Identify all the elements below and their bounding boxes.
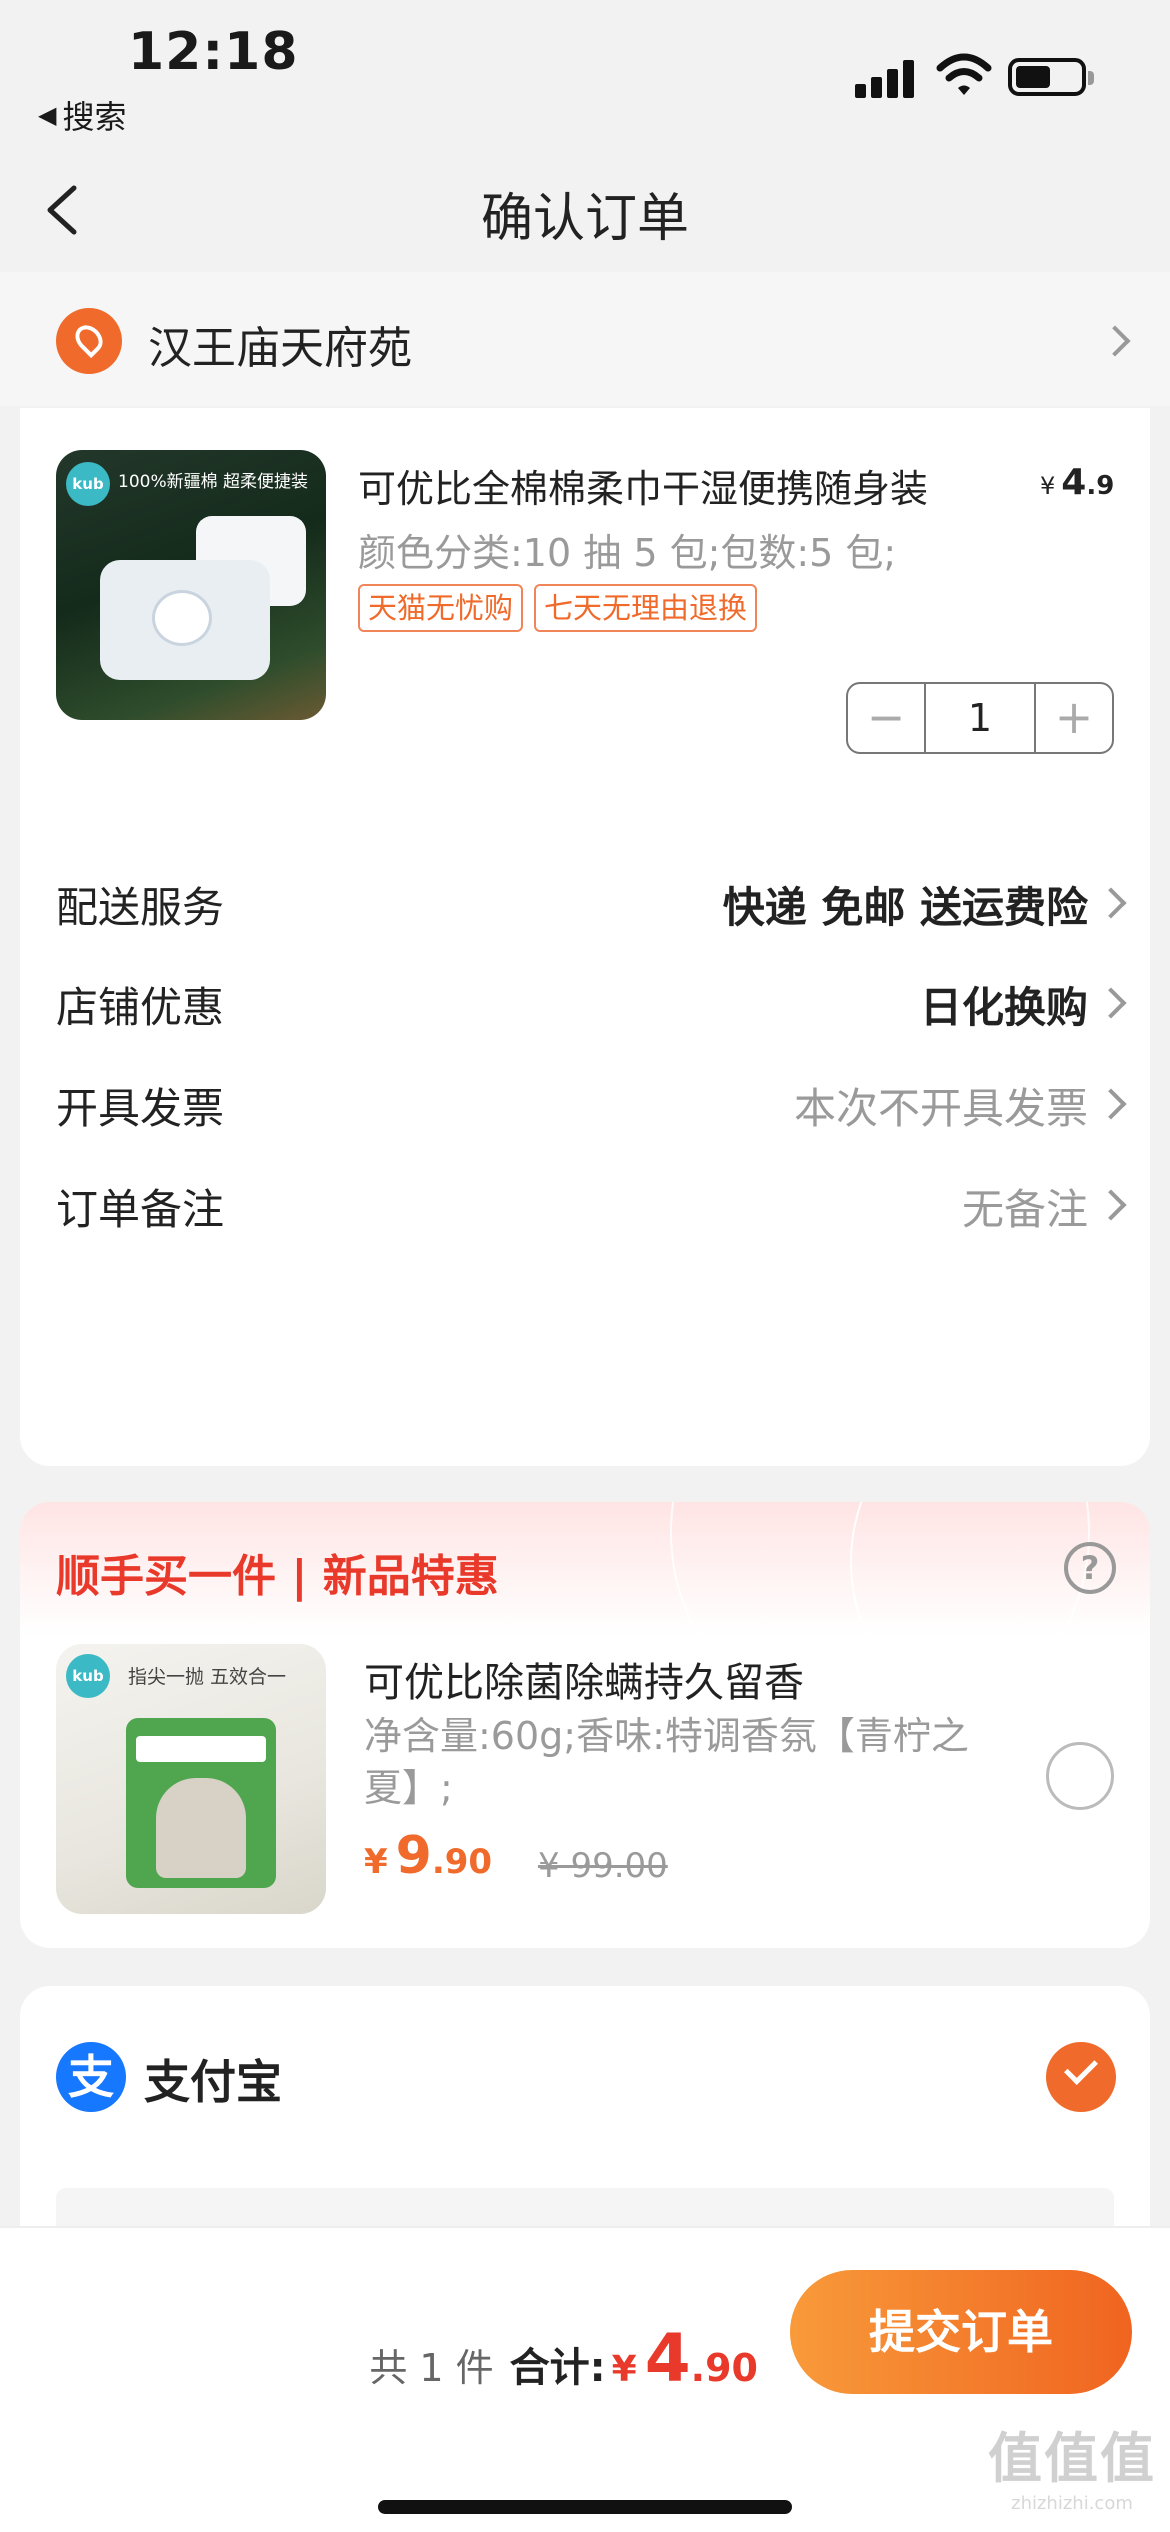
chevron-right-icon: [1095, 1189, 1127, 1221]
package-graphic: [126, 1718, 276, 1888]
upsell-product-image[interactable]: kub 指尖一抛 五效合一: [56, 1644, 326, 1914]
quantity-stepper: − 1 +: [846, 682, 1114, 754]
price-decimal: .90: [431, 1842, 493, 1882]
price-integer: 4: [1061, 462, 1087, 503]
currency-symbol: ¥: [611, 2349, 637, 2390]
store-discount-row[interactable]: 店铺优惠 日化换购: [56, 948, 1130, 1048]
address-row[interactable]: 汉王庙天府苑: [0, 272, 1170, 406]
battery-icon: [1008, 58, 1094, 96]
upsell-card: 顺手买一件 | 新品特惠 ? kub 指尖一抛 五效合一 可优比除菌除螨持久留香…: [20, 1502, 1150, 1948]
row-value: 无备注: [961, 1185, 1088, 1234]
row-label: 店铺优惠: [56, 983, 225, 1032]
upsell-product-title[interactable]: 可优比除菌除螨持久留香: [364, 1650, 804, 1708]
product-image[interactable]: kub 100%新疆棉 超柔便捷装: [56, 450, 326, 720]
payment-method-label[interactable]: 支付宝: [144, 2046, 282, 2112]
upsell-title: 顺手买一件 | 新品特惠: [56, 1551, 499, 1602]
quantity-value[interactable]: 1: [926, 684, 1034, 752]
page-title: 确认订单: [480, 189, 689, 249]
row-label: 开具发票: [56, 1084, 225, 1133]
increase-button[interactable]: +: [1034, 684, 1112, 752]
image-banner-text: 指尖一抛 五效合一: [128, 1666, 287, 1688]
watermark: 值值值 zhizhizhi.com: [988, 2414, 1156, 2514]
item-count: 共 1 件: [369, 2346, 494, 2390]
clock: 12:18: [128, 22, 299, 82]
alipay-icon: 支: [56, 2042, 126, 2112]
watermark-logo: 值值值: [988, 2427, 1156, 2490]
order-total: 共 1 件 合计: ¥ 4 .90: [369, 2320, 758, 2397]
address-text: 汉王庙天府苑: [148, 323, 412, 374]
upsell-product-spec: 净含量:60g;香味:特调香氛【青柠之夏】;: [364, 1714, 969, 1810]
status-bar: 12:18 ◀ 搜索: [0, 0, 1170, 150]
cellular-signal-icon: [855, 58, 915, 98]
price-decimal: .9: [1086, 471, 1115, 501]
mascot-graphic: [152, 590, 212, 646]
chevron-right-icon: [1095, 887, 1127, 919]
back-triangle-icon: ◀: [38, 101, 57, 129]
product-price: ¥4.9: [1040, 462, 1114, 503]
row-value: 快递 免邮 送运费险: [722, 883, 1088, 932]
checkout-bar: 共 1 件 合计: ¥ 4 .90 提交订单 值值值 zhizhizhi.com: [0, 2226, 1170, 2532]
upsell-select-radio[interactable]: [1046, 1742, 1114, 1810]
row-value: 本次不开具发票: [793, 1084, 1088, 1133]
product-spec: 颜色分类:10 抽 5 包;包数:5 包;: [358, 531, 897, 575]
chevron-right-icon: [1095, 987, 1127, 1019]
total-decimal: .90: [690, 2346, 758, 2390]
currency-symbol: ¥: [364, 1842, 388, 1882]
total-integer: 4: [644, 2320, 691, 2397]
tag-seven-day-return: 七天无理由退换: [534, 584, 758, 632]
decrease-button[interactable]: −: [848, 684, 926, 752]
tag-tmall-worry-free: 天猫无忧购: [358, 584, 524, 632]
submit-order-button[interactable]: 提交订单: [790, 2270, 1132, 2394]
row-value: 日化换购: [919, 983, 1088, 1032]
selected-check-icon[interactable]: [1046, 2042, 1116, 2112]
row-label: 订单备注: [56, 1185, 225, 1234]
nav-bar: 确认订单: [0, 150, 1170, 270]
original-price: ¥ 99.00: [538, 1846, 668, 1886]
payment-card: 支 支付宝: [20, 1986, 1150, 2248]
row-label: 配送服务: [56, 883, 225, 932]
back-to-app-link[interactable]: ◀ 搜索: [38, 92, 126, 138]
wifi-icon: [936, 53, 992, 95]
back-app-label: 搜索: [62, 98, 127, 136]
location-pin-icon: [56, 308, 122, 374]
image-banner-text: 100%新疆棉 超柔便捷装: [118, 472, 309, 492]
brand-logo: kub: [66, 1654, 110, 1698]
chevron-right-icon: [1099, 325, 1131, 357]
home-indicator[interactable]: [378, 2500, 792, 2514]
invoice-row[interactable]: 开具发票 本次不开具发票: [56, 1049, 1130, 1149]
upsell-price: ¥9.90: [364, 1826, 492, 1886]
product-title[interactable]: 可优比全棉棉柔巾干湿便携随身装: [358, 458, 928, 513]
order-card: kub 100%新疆棉 超柔便捷装 可优比全棉棉柔巾干湿便携随身装 ¥4.9 颜…: [20, 408, 1150, 1466]
price-integer: 9: [395, 1826, 432, 1886]
help-icon[interactable]: ?: [1064, 1542, 1116, 1594]
currency-symbol: ¥: [1040, 472, 1056, 500]
chevron-right-icon: [1095, 1088, 1127, 1120]
total-label: 合计:: [509, 2345, 606, 2391]
delivery-service-row[interactable]: 配送服务 快递 免邮 送运费险: [56, 848, 1130, 948]
order-note-row[interactable]: 订单备注 无备注: [56, 1150, 1130, 1250]
watermark-url: zhizhizhi.com: [1011, 2493, 1133, 2514]
